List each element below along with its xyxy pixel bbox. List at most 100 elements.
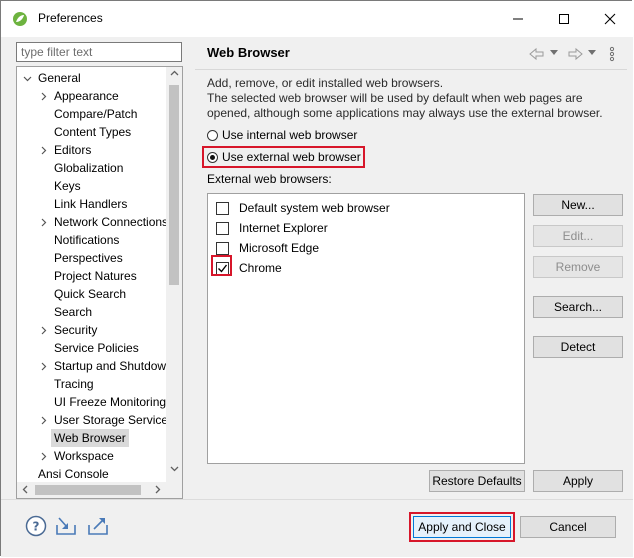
export-icon[interactable] [87,515,109,537]
tree-horizontal-thumb[interactable] [35,485,141,495]
tree-item[interactable]: Globalization [17,159,167,177]
scroll-down-arrow-icon[interactable] [170,464,179,476]
filter-input[interactable] [17,43,181,61]
tree-item[interactable]: Service Policies [17,339,167,357]
tree-item[interactable]: UI Freeze Monitoring [17,393,167,411]
tree-item[interactable]: Project Natures [17,267,167,285]
collapsed-chevron-icon[interactable] [39,92,48,101]
tree-item[interactable]: Link Handlers [17,195,167,213]
collapsed-chevron-icon[interactable] [39,218,48,227]
scroll-left-arrow-icon[interactable] [21,485,30,497]
new-button[interactable]: New... [533,194,623,216]
tree-item[interactable]: Compare/Patch [17,105,167,123]
browser-list-item[interactable]: Default system web browser [216,198,390,218]
tree-item[interactable]: User Storage Service [17,411,169,429]
footer-separator [1,499,633,500]
browser-list-item[interactable]: Internet Explorer [216,218,328,238]
tree-item-label: User Storage Service [54,413,169,427]
tree-item-label: Project Natures [54,269,137,283]
preference-tree[interactable]: General Appearance Compare/Patch Content Ty… [16,66,183,499]
browser-name: Default system web browser [239,201,390,215]
forward-dropdown-icon[interactable] [588,50,596,56]
tree-item-label: Ansi Console [38,467,109,481]
tree-vertical-thumb[interactable] [169,85,179,285]
tree-item[interactable]: Security [17,321,167,339]
tree-item[interactable]: Web Browser [17,429,167,447]
close-icon [604,13,616,25]
tree-item-label: Link Handlers [54,197,128,211]
tree-vertical-scrollbar[interactable] [166,67,182,498]
browser-checkbox[interactable] [216,221,229,235]
import-icon[interactable] [55,515,77,537]
external-browsers-label: External web browsers: [207,172,332,186]
minimize-button[interactable] [495,1,541,37]
tree-item[interactable]: Network Connections [17,213,168,231]
collapsed-chevron-icon[interactable] [39,362,48,371]
maximize-icon [559,14,569,24]
external-browsers-list[interactable]: Default system web browser Internet Explo… [207,193,525,464]
tree-item-label: Content Types [54,125,132,139]
tree-item-label: Tracing [54,377,94,391]
internal-browser-radio-row[interactable]: Use internal web browser [207,126,357,144]
title-separator [195,69,627,70]
tree-item[interactable]: Notifications [17,231,167,249]
scroll-up-arrow-icon[interactable] [170,69,179,81]
browser-checkbox[interactable] [216,241,229,255]
internal-browser-radio[interactable] [207,129,218,141]
tree-item-label: Editors [54,143,92,157]
search-button[interactable]: Search... [533,296,623,318]
tree-item[interactable]: Workspace [17,447,167,465]
tree-item[interactable]: Tracing [17,375,167,393]
tree-item-label: General [38,71,81,85]
close-button[interactable] [587,1,633,37]
tree-item-label: Keys [54,179,81,193]
tree-item-label: Perspectives [54,251,123,265]
restore-defaults-button[interactable]: Restore Defaults [429,470,525,492]
browser-checkbox[interactable] [216,201,229,215]
tree-item[interactable]: Appearance [17,87,167,105]
tree-item-label: Search [54,305,93,319]
apply-button[interactable]: Apply [533,470,623,492]
help-icon[interactable]: ? [25,515,47,537]
tree-item[interactable]: Content Types [17,123,167,141]
maximize-button[interactable] [541,1,587,37]
view-menu-icon[interactable] [609,46,615,62]
remove-button[interactable]: Remove [533,256,623,278]
tree-item[interactable]: Startup and Shutdown [17,357,173,375]
tree-item[interactable]: Ansi Console [17,465,167,483]
tree-item[interactable]: Editors [17,141,167,159]
title-bar[interactable]: Preferences [1,1,633,37]
internal-browser-label: Use internal web browser [222,128,358,142]
tree-item[interactable]: Keys [17,177,167,195]
window-title: Preferences [38,11,103,25]
chrome-checkbox-highlight [211,255,232,276]
back-dropdown-icon[interactable] [550,50,558,56]
collapsed-chevron-icon[interactable] [39,452,48,461]
tree-item[interactable]: Quick Search [17,285,167,303]
tree-item[interactable]: General [17,69,167,87]
tree-horizontal-scrollbar[interactable] [17,482,166,498]
tree-item-label: Service Policies [54,341,139,355]
collapsed-chevron-icon[interactable] [39,326,48,335]
apply-and-close-button[interactable]: Apply and Close [413,516,511,538]
scroll-right-arrow-icon[interactable] [153,485,162,497]
page-description: Add, remove, or edit installed web brows… [207,76,617,121]
cancel-button[interactable]: Cancel [520,516,616,538]
tree-item[interactable]: Perspectives [17,249,167,267]
edit-button[interactable]: Edit... [533,225,623,247]
collapsed-chevron-icon[interactable] [39,416,48,425]
expanded-chevron-icon[interactable] [23,74,32,83]
back-arrow-icon[interactable] [529,47,545,61]
tree-item-label: UI Freeze Monitoring [54,395,167,409]
detect-button[interactable]: Detect [533,336,623,358]
tree-item-label: Web Browser [51,429,129,447]
tree-item[interactable]: Search [17,303,167,321]
eclipse-spring-icon [13,12,27,26]
tree-item-label: Workspace [54,449,114,463]
preferences-window: Preferences General Appearance Compare/Pat… [0,0,633,557]
tree-item-label: Appearance [54,89,119,103]
description-line-2: The selected web browser will be used by… [207,91,603,120]
collapsed-chevron-icon[interactable] [39,146,48,155]
forward-arrow-icon[interactable] [567,47,583,61]
filter-field[interactable] [16,42,182,62]
